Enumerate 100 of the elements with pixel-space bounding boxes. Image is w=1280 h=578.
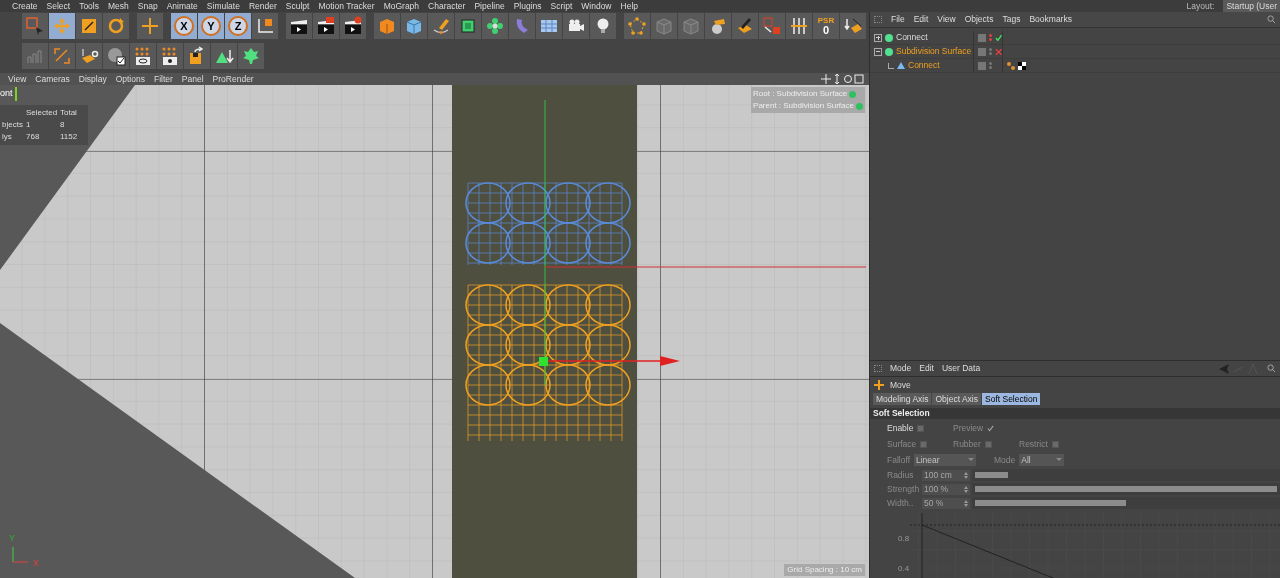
- menu-item[interactable]: Objects: [964, 13, 994, 26]
- tab[interactable]: Soft Selection: [982, 393, 1041, 405]
- number-field[interactable]: 100 %: [922, 483, 970, 495]
- collapse-icon[interactable]: [874, 47, 882, 56]
- plane-gear-icon: [79, 46, 99, 66]
- tab[interactable]: Modeling Axis: [873, 393, 932, 405]
- grid-menu-icon[interactable]: [874, 365, 882, 372]
- menu-item[interactable]: Edit: [919, 362, 934, 375]
- psr-button[interactable]: PSR 0: [813, 13, 839, 39]
- viewport-menu-item[interactable]: Cameras: [35, 72, 70, 86]
- tool-button[interactable]: [184, 43, 210, 69]
- grid-arrow-square-icon: [762, 16, 782, 36]
- menu-item[interactable]: View: [937, 13, 956, 26]
- dropdown[interactable]: All: [1019, 453, 1065, 467]
- menu-item[interactable]: Tools: [79, 0, 99, 13]
- check-icon[interactable]: [994, 33, 1002, 42]
- menu-item[interactable]: Sculpt: [285, 0, 310, 13]
- tool-button[interactable]: [313, 13, 339, 39]
- menu-item[interactable]: Bookmarks: [1029, 13, 1072, 26]
- menu-item[interactable]: Character: [428, 0, 466, 13]
- menu-item[interactable]: Help: [620, 0, 638, 13]
- menu-item[interactable]: Edit: [913, 13, 929, 26]
- tool-name: Move: [890, 378, 911, 392]
- cross-arrows-icon: [52, 16, 72, 36]
- menu-item[interactable]: Window: [581, 0, 612, 13]
- menu-item[interactable]: Create: [12, 0, 38, 13]
- tool-button[interactable]: [130, 43, 156, 69]
- menu-item[interactable]: Motion Tracker: [318, 0, 375, 13]
- tool-button[interactable]: [103, 43, 129, 69]
- stats-label: bjects: [2, 119, 24, 131]
- flower-icon: [485, 16, 505, 36]
- viewport-menu-item[interactable]: Panel: [181, 72, 204, 86]
- menu-item[interactable]: Snap: [137, 0, 158, 13]
- spinner-arrows-icon[interactable]: [964, 485, 968, 493]
- visibility-dots-icon[interactable]: [988, 48, 992, 55]
- navigation-arrows-icon[interactable]: [1219, 363, 1259, 374]
- menu-item[interactable]: Tags: [1002, 13, 1021, 26]
- viewport-menu-item[interactable]: Filter: [153, 72, 173, 86]
- menu-item[interactable]: User Data: [941, 362, 981, 375]
- stats-label: lys: [2, 131, 13, 143]
- menu-item[interactable]: MoGraph: [383, 0, 420, 13]
- checker-tag-icon[interactable]: [1018, 61, 1026, 70]
- selection-square-icon: [25, 16, 45, 36]
- viewport-menu-item[interactable]: Options: [115, 72, 145, 86]
- viewport-navigation-icon[interactable]: [821, 74, 865, 84]
- tool-button[interactable]: [732, 13, 758, 39]
- sphere-check-icon: [106, 46, 126, 66]
- tool-button[interactable]: [563, 13, 589, 39]
- spinner-arrows-icon[interactable]: [964, 499, 968, 507]
- viewport-menu-item[interactable]: ProRender: [212, 72, 254, 86]
- expand-icon[interactable]: [874, 33, 882, 42]
- axis-lock-button[interactable]: Y: [198, 13, 224, 39]
- tool-button[interactable]: [590, 13, 616, 39]
- dropdown-label: Falloff: [887, 453, 910, 467]
- tool-button[interactable]: [286, 13, 312, 39]
- menu-item[interactable]: File: [891, 13, 905, 26]
- option-label: Surface: [887, 437, 917, 451]
- visibility-dots-icon[interactable]: [989, 62, 992, 69]
- dropdown[interactable]: Linear: [914, 453, 976, 467]
- menu-item[interactable]: Select: [46, 0, 71, 13]
- menu-item[interactable]: Mode: [890, 362, 912, 375]
- spinner-arrows-icon[interactable]: [964, 471, 968, 479]
- section-header: Soft Selection: [870, 408, 1280, 419]
- stats-value: 1: [26, 119, 32, 131]
- object-name[interactable]: Subdivision Surface: [896, 45, 972, 58]
- visibility-dots-icon[interactable]: [988, 34, 992, 41]
- cube-icon: [404, 16, 424, 36]
- layout-dropdown[interactable]: Startup (User: [1223, 0, 1280, 13]
- menu-item[interactable]: Mesh: [108, 0, 129, 13]
- number-field[interactable]: 50 %: [922, 497, 970, 509]
- slider-track[interactable]: [972, 497, 1280, 510]
- tab[interactable]: Object Axis: [932, 393, 981, 405]
- tool-button[interactable]: [340, 13, 366, 39]
- menu-item[interactable]: Render: [248, 0, 277, 13]
- stats-header: Total: [60, 107, 78, 119]
- grid-menu-icon[interactable]: [874, 16, 882, 23]
- camera-label: ont: [0, 87, 17, 101]
- circular-arrows-icon: [106, 16, 126, 36]
- number-field[interactable]: 100 cm: [922, 469, 970, 481]
- cross-icon[interactable]: [994, 47, 1002, 56]
- menu-item[interactable]: Pipeline: [474, 0, 505, 13]
- slider-track[interactable]: [972, 469, 1280, 482]
- menu-item[interactable]: Animate: [166, 0, 198, 13]
- tool-button[interactable]: [157, 43, 183, 69]
- slider-label: Strength: [887, 482, 921, 496]
- viewport-menu-item[interactable]: View: [8, 72, 27, 86]
- menu-item[interactable]: Plugins: [513, 0, 542, 13]
- object-name[interactable]: Connect: [896, 31, 928, 44]
- solid-cube-icon: [377, 16, 397, 36]
- cube-outline-icon: [654, 16, 674, 36]
- menu-item[interactable]: Script: [550, 0, 573, 13]
- phong-tag-icon[interactable]: [1007, 61, 1015, 70]
- viewport-menu-item[interactable]: Display: [78, 72, 107, 86]
- object-name[interactable]: Connect: [908, 59, 940, 72]
- axis-lock-button[interactable]: Z: [225, 13, 251, 39]
- axis-lock-button[interactable]: X: [171, 13, 197, 39]
- checkbox[interactable]: [917, 424, 925, 432]
- search-icon[interactable]: [1267, 364, 1276, 373]
- menu-item[interactable]: Simulate: [206, 0, 240, 13]
- search-icon[interactable]: [1267, 15, 1276, 24]
